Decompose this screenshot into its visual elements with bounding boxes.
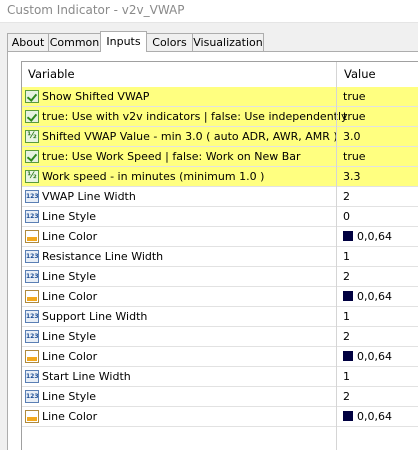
table-row[interactable]: Line Style 2 [22, 267, 418, 287]
tab-about[interactable]: About [7, 33, 49, 51]
column-header-variable[interactable]: Variable [28, 62, 75, 87]
bool-icon [25, 110, 39, 123]
row-value[interactable]: 1 [343, 307, 350, 326]
table-row[interactable]: true: Use Work Speed | false: Work on Ne… [22, 147, 418, 167]
row-label: Line Style [42, 270, 97, 283]
row-value[interactable]: 1 [343, 247, 350, 266]
int-icon [25, 310, 39, 323]
color-swatch [343, 231, 353, 241]
color-swatch [343, 411, 353, 421]
color-value-text: 0,0,64 [357, 290, 392, 303]
table-row[interactable]: Start Line Width 1 [22, 367, 418, 387]
double-icon [25, 130, 39, 143]
color-icon [25, 410, 39, 423]
column-header-value[interactable]: Value [344, 62, 376, 87]
row-value[interactable]: 1 [343, 367, 350, 386]
table-row[interactable]: Show Shifted VWAP true [22, 87, 418, 107]
table-row[interactable]: Line Color 0,0,64 [22, 407, 418, 427]
color-value[interactable]: 0,0,64 [343, 287, 392, 306]
row-label: Support Line Width [42, 310, 148, 323]
int-icon [25, 210, 39, 223]
row-label: Line Color [42, 290, 98, 303]
row-value[interactable]: 2 [343, 267, 350, 286]
int-icon [25, 190, 39, 203]
row-value[interactable]: true [343, 87, 366, 106]
row-value[interactable]: 3.3 [343, 167, 361, 186]
row-label: true: Use Work Speed | false: Work on Ne… [42, 150, 301, 163]
row-value[interactable]: 0 [343, 207, 350, 226]
row-label: Start Line Width [42, 370, 131, 383]
table-row[interactable]: Work speed - in minutes (minimum 1.0 ) 3.… [22, 167, 418, 187]
row-label: Line Color [42, 410, 98, 423]
table-row[interactable]: Line Color 0,0,64 [22, 287, 418, 307]
color-icon [25, 230, 39, 243]
row-label: Line Style [42, 390, 97, 403]
table-row[interactable]: VWAP Line Width 2 [22, 187, 418, 207]
table-row[interactable]: Line Style 2 [22, 387, 418, 407]
row-label: Line Color [42, 230, 98, 243]
bool-icon [25, 150, 39, 163]
row-label: true: Use with v2v indicators | false: U… [42, 110, 348, 123]
table-row[interactable]: Line Style 0 [22, 207, 418, 227]
table-row[interactable]: Support Line Width 1 [22, 307, 418, 327]
row-label: Show Shifted VWAP [42, 90, 150, 103]
double-icon [25, 170, 39, 183]
row-value[interactable]: 2 [343, 387, 350, 406]
row-value[interactable]: true [343, 147, 366, 166]
color-swatch [343, 291, 353, 301]
color-value[interactable]: 0,0,64 [343, 227, 392, 246]
tab-colors[interactable]: Colors [146, 33, 193, 51]
tab-visualization[interactable]: Visualization [192, 33, 264, 51]
int-icon [25, 270, 39, 283]
row-label: Line Style [42, 330, 97, 343]
row-value[interactable]: 2 [343, 327, 350, 346]
color-icon [25, 350, 39, 363]
row-label: VWAP Line Width [42, 190, 136, 203]
inputs-panel: Variable Value Show Shifted VWAP true true… [7, 51, 418, 450]
inputs-table: Variable Value Show Shifted VWAP true true… [21, 61, 418, 450]
color-value[interactable]: 0,0,64 [343, 407, 392, 426]
table-row[interactable]: Line Color 0,0,64 [22, 347, 418, 367]
table-row[interactable]: Line Style 2 [22, 327, 418, 347]
table-header: Variable Value [22, 62, 418, 88]
row-value[interactable]: 3.0 [343, 127, 361, 146]
table-row[interactable]: Resistance Line Width 1 [22, 247, 418, 267]
color-value[interactable]: 0,0,64 [343, 347, 392, 366]
int-icon [25, 330, 39, 343]
row-label: Line Color [42, 350, 98, 363]
row-label: Work speed - in minutes (minimum 1.0 ) [42, 170, 265, 183]
row-label: Shifted VWAP Value - min 3.0 ( auto ADR,… [42, 130, 338, 143]
int-icon [25, 390, 39, 403]
int-icon [25, 370, 39, 383]
table-row[interactable]: true: Use with v2v indicators | false: U… [22, 107, 418, 127]
title-bar: Custom Indicator - v2v_VWAP [0, 0, 418, 23]
tab-common[interactable]: Common [48, 33, 101, 51]
bool-icon [25, 90, 39, 103]
color-value-text: 0,0,64 [357, 350, 392, 363]
int-icon [25, 250, 39, 263]
color-value-text: 0,0,64 [357, 230, 392, 243]
window-title: Custom Indicator - v2v_VWAP [7, 3, 185, 17]
column-divider[interactable] [336, 62, 337, 450]
row-value[interactable]: true [343, 107, 366, 126]
table-row[interactable]: Line Color 0,0,64 [22, 227, 418, 247]
color-icon [25, 290, 39, 303]
color-swatch [343, 351, 353, 361]
row-label: Line Style [42, 210, 97, 223]
color-value-text: 0,0,64 [357, 410, 392, 423]
row-label: Resistance Line Width [42, 250, 164, 263]
table-row[interactable]: Shifted VWAP Value - min 3.0 ( auto ADR,… [22, 127, 418, 147]
tab-inputs[interactable]: Inputs [100, 31, 147, 52]
row-value[interactable]: 2 [343, 187, 350, 206]
